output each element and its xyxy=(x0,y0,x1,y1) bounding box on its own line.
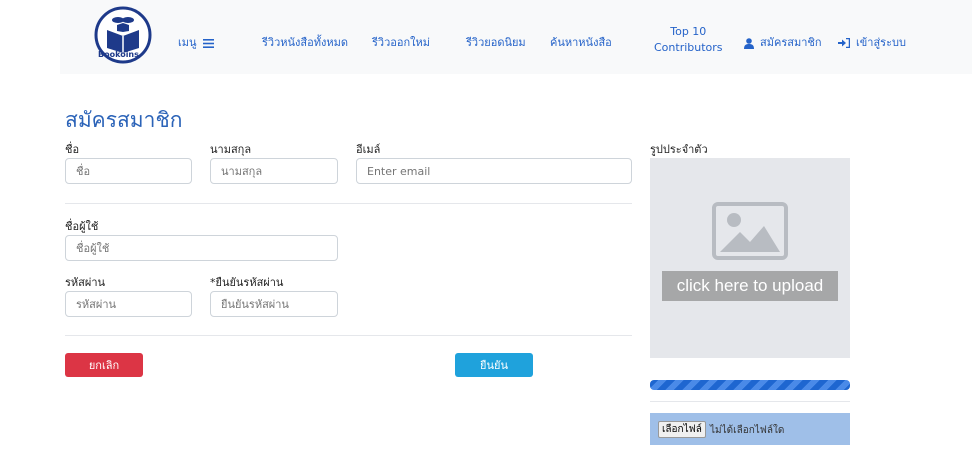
choose-file-button[interactable]: เลือกไฟล์ xyxy=(658,421,706,438)
nav-menu[interactable]: เมนู xyxy=(178,33,215,51)
nav-login-label: เข้าสู่ระบบ xyxy=(856,36,906,49)
page-title: สมัครสมาชิก xyxy=(65,108,183,132)
file-input[interactable]: เลือกไฟล์ ไม่ได้เลือกไฟล์ใด xyxy=(650,413,850,445)
logo-text: Bookoins xyxy=(98,50,139,59)
nav-new-reviews[interactable]: รีวิวออกใหม่ xyxy=(372,33,430,51)
upload-divider xyxy=(650,401,850,402)
user-icon xyxy=(744,37,754,49)
avatar-label: รูปประจำตัว xyxy=(650,143,708,156)
nav-top10[interactable]: Top 10 Contributors xyxy=(654,24,723,56)
upload-progress-bar xyxy=(650,380,850,390)
nav-register-label: สมัครสมาชิก xyxy=(760,36,822,49)
form-divider-1 xyxy=(65,203,632,204)
username-label: ชื่อผู้ใช้ xyxy=(65,220,99,233)
email-input[interactable] xyxy=(356,158,632,184)
nav-search-books[interactable]: ค้นหาหนังสือ xyxy=(550,33,612,51)
nav-popular-reviews[interactable]: รีวิวยอดนิยม xyxy=(466,33,526,51)
email-label: อีเมล์ xyxy=(356,143,381,156)
first-name-input[interactable] xyxy=(65,158,192,184)
navbar: Bookoins เมนู รีวิวหนังสือทั้งหมด รีวิวอ… xyxy=(60,0,972,74)
nav-register[interactable]: สมัครสมาชิก xyxy=(744,33,822,51)
last-name-input[interactable] xyxy=(210,158,338,184)
password-input[interactable] xyxy=(65,291,192,317)
nav-menu-label: เมนู xyxy=(178,36,197,49)
nav-top10-line1: Top 10 xyxy=(670,25,707,38)
file-status-text: ไม่ได้เลือกไฟล์ใด xyxy=(710,425,785,436)
username-input[interactable] xyxy=(65,235,338,261)
confirm-password-label: *ยืนยันรหัสผ่าน xyxy=(210,276,284,289)
last-name-label: นามสกุล xyxy=(210,143,252,156)
cancel-button[interactable]: ยกเลิก xyxy=(65,353,143,377)
upload-hint: click here to upload xyxy=(662,271,838,301)
image-placeholder-icon xyxy=(712,202,788,260)
first-name-label: ชื่อ xyxy=(65,143,80,156)
nav-all-reviews[interactable]: รีวิวหนังสือทั้งหมด xyxy=(262,33,348,51)
confirm-password-input[interactable] xyxy=(210,291,338,317)
confirm-button[interactable]: ยืนยัน xyxy=(455,353,533,377)
nav-top10-line2: Contributors xyxy=(654,41,723,54)
nav-login[interactable]: เข้าสู่ระบบ xyxy=(838,33,906,51)
avatar-upload-area[interactable]: click here to upload xyxy=(650,158,850,358)
hamburger-icon xyxy=(203,38,215,48)
sign-in-icon xyxy=(838,38,850,48)
form-divider-2 xyxy=(65,335,632,336)
password-label: รหัสผ่าน xyxy=(65,276,106,289)
